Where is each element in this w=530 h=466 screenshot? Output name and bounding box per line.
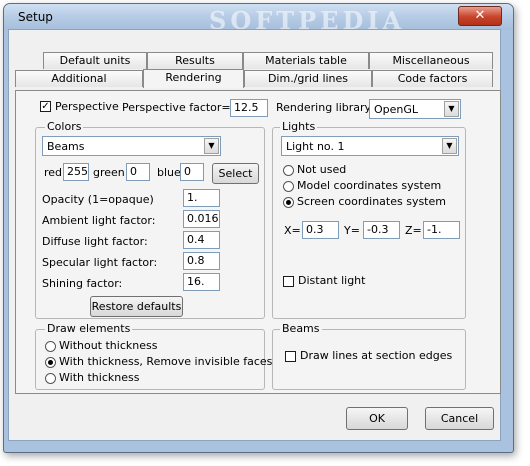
specular-input[interactable]: 0.8: [183, 252, 220, 270]
check-icon: ✓: [41, 101, 50, 112]
tab-label: Additional: [51, 72, 107, 85]
draw-option-label: Without thickness: [59, 339, 158, 352]
colors-group-title: Colors: [45, 120, 84, 133]
tab-label: Miscellaneous: [392, 54, 470, 67]
light-not-used-radio[interactable]: [283, 165, 294, 176]
distant-light-label: Distant light: [298, 274, 366, 287]
tab-dim-grid-lines[interactable]: Dim./grid lines: [244, 70, 372, 87]
shining-label: Shining factor:: [42, 277, 123, 290]
perspective-factor-label: Perspective factor=: [122, 101, 231, 114]
tab-label: Default units: [59, 54, 131, 67]
draw-option-label: With thickness, Remove invisible faces: [59, 355, 273, 368]
diffuse-input[interactable]: 0.4: [183, 231, 220, 249]
red-label: red: [44, 166, 63, 179]
draw-option-label: With thickness: [59, 371, 140, 384]
tab-additional[interactable]: Additional: [15, 70, 143, 87]
specular-label: Specular light factor:: [42, 256, 158, 269]
light-screen-coords-radio[interactable]: [283, 197, 294, 208]
distant-light-checkbox[interactable]: [283, 276, 294, 287]
light-select-value: Light no. 1: [286, 140, 345, 153]
red-input[interactable]: 255: [63, 163, 89, 181]
tab-label: Materials table: [265, 54, 347, 67]
x-input[interactable]: 0.3: [302, 221, 339, 239]
light-model-coords-radio[interactable]: [283, 181, 294, 192]
tab-miscellaneous[interactable]: Miscellaneous: [369, 52, 493, 69]
light-select[interactable]: Light no. 1 ▼: [281, 136, 459, 156]
chevron-down-icon: ▼: [442, 138, 457, 154]
beams-group-title: Beams: [280, 322, 322, 335]
tab-rendering[interactable]: Rendering: [143, 69, 244, 88]
perspective-checkbox[interactable]: ✓: [40, 101, 51, 112]
draw-with-thickness-radio[interactable]: [45, 373, 56, 384]
draw-thickness-remove-faces-radio[interactable]: [45, 357, 56, 368]
diffuse-label: Diffuse light factor:: [42, 235, 148, 248]
blue-input[interactable]: 0: [180, 163, 204, 181]
draw-elements-group-title: Draw elements: [45, 322, 133, 335]
tab-label: Rendering: [165, 71, 222, 84]
tab-code-factors[interactable]: Code factors: [372, 70, 493, 87]
color-object-select[interactable]: Beams ▼: [42, 136, 221, 156]
cancel-button[interactable]: Cancel: [425, 407, 494, 430]
lights-group-title: Lights: [280, 120, 318, 133]
rendering-library-label: Rendering library:: [276, 101, 374, 114]
rendering-library-value: OpenGL: [374, 103, 419, 116]
chevron-down-icon: ▼: [204, 138, 219, 154]
restore-defaults-button[interactable]: Restore defaults: [90, 296, 183, 317]
close-button[interactable]: ✕: [458, 6, 502, 26]
light-option-label: Screen coordinates system: [297, 195, 446, 208]
y-input[interactable]: -0.3: [363, 221, 400, 239]
green-input[interactable]: 0: [126, 163, 150, 181]
ok-button[interactable]: OK: [346, 407, 408, 430]
section-edges-checkbox[interactable]: [285, 351, 296, 362]
title-bar[interactable]: Setup SOFTPEDIA ✕: [4, 4, 513, 35]
opacity-input[interactable]: 1.: [183, 189, 220, 207]
z-input[interactable]: -1.: [423, 221, 460, 239]
window-title: Setup: [18, 10, 53, 24]
ambient-input[interactable]: 0.016: [183, 210, 220, 228]
draw-without-thickness-radio[interactable]: [45, 341, 56, 352]
select-color-button[interactable]: Select: [212, 163, 259, 184]
x-label: X=: [284, 224, 301, 237]
tab-label: Dim./grid lines: [267, 72, 349, 85]
green-label: green: [93, 166, 125, 179]
color-object-value: Beams: [47, 140, 85, 153]
light-option-label: Not used: [297, 163, 347, 176]
z-label: Z=: [405, 224, 422, 237]
close-icon: ✕: [474, 8, 486, 23]
section-edges-label: Draw lines at section edges: [300, 349, 453, 362]
tab-label: Code factors: [397, 72, 468, 85]
blue-label: blue: [157, 166, 181, 179]
perspective-factor-input[interactable]: 12.5: [230, 99, 268, 117]
rendering-library-select[interactable]: OpenGL ▼: [369, 99, 461, 119]
y-label: Y=: [344, 224, 360, 237]
shining-input[interactable]: 16.: [183, 273, 220, 291]
chevron-down-icon: ▼: [444, 101, 459, 117]
light-option-label: Model coordinates system: [297, 179, 442, 192]
tab-results[interactable]: Results: [147, 52, 243, 69]
tab-materials-table[interactable]: Materials table: [243, 52, 369, 69]
perspective-label: Perspective: [55, 100, 119, 113]
tab-label: Results: [175, 54, 215, 67]
opacity-label: Opacity (1=opaque): [42, 193, 154, 206]
ambient-label: Ambient light factor:: [42, 214, 156, 227]
tab-default-units[interactable]: Default units: [43, 52, 147, 69]
